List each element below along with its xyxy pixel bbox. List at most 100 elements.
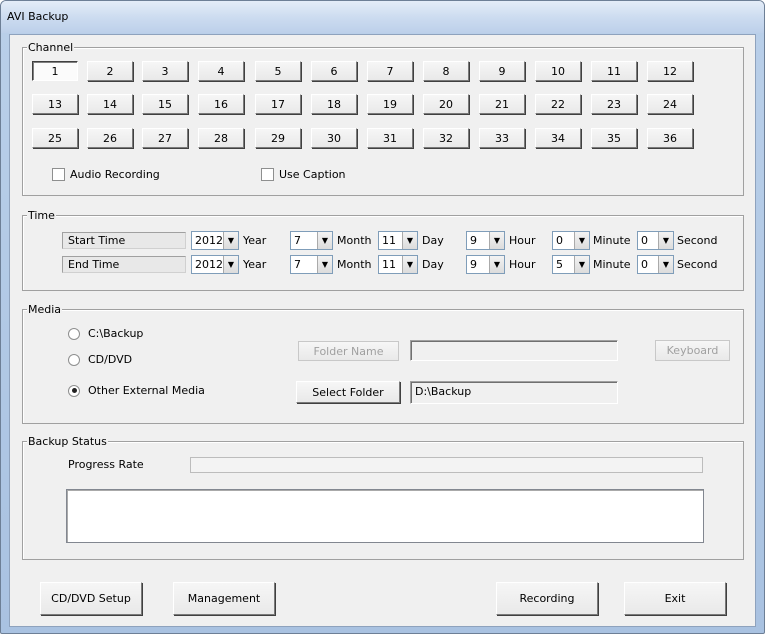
management-button[interactable]: Management (173, 582, 275, 615)
dropdown-arrow-icon[interactable]: ▼ (317, 232, 332, 249)
media-option-other-external[interactable]: Other External Media (68, 384, 205, 397)
use-caption-box[interactable] (261, 168, 274, 181)
end-time-label: End Time (62, 256, 186, 273)
channel-button-31[interactable]: 31 (367, 128, 413, 148)
channel-button-1[interactable]: 1 (32, 61, 78, 81)
channel-button-19[interactable]: 19 (367, 94, 413, 114)
end-second-select[interactable]: 0 ▼ (637, 255, 674, 274)
channel-button-14[interactable]: 14 (87, 94, 133, 114)
audio-recording-checkbox[interactable]: Audio Recording (52, 168, 160, 181)
channel-button-10[interactable]: 10 (535, 61, 581, 81)
cd-dvd-setup-button[interactable]: CD/DVD Setup (40, 582, 142, 615)
channel-button-27[interactable]: 27 (142, 128, 188, 148)
channel-button-20[interactable]: 20 (423, 94, 469, 114)
start-month-unit: Month (337, 234, 372, 247)
end-month-unit: Month (337, 258, 372, 271)
end-year-select[interactable]: 2012 ▼ (191, 255, 239, 274)
time-legend: Time (27, 209, 56, 222)
folder-name-input[interactable] (410, 340, 618, 361)
end-hour-select[interactable]: 9 ▼ (466, 255, 505, 274)
channel-button-17[interactable]: 17 (255, 94, 301, 114)
channel-button-5[interactable]: 5 (255, 61, 301, 81)
channel-button-34[interactable]: 34 (535, 128, 581, 148)
channel-button-21[interactable]: 21 (479, 94, 525, 114)
radio-other-external[interactable] (68, 384, 80, 397)
channel-button-22[interactable]: 22 (535, 94, 581, 114)
radio-c-backup[interactable] (68, 327, 80, 340)
dropdown-arrow-icon[interactable]: ▼ (658, 256, 673, 273)
channel-button-16[interactable]: 16 (198, 94, 244, 114)
media-legend: Media (27, 303, 63, 316)
channel-button-33[interactable]: 33 (479, 128, 525, 148)
channel-button-2[interactable]: 2 (87, 61, 133, 81)
backup-log-textarea[interactable] (66, 489, 704, 543)
window-title: AVI Backup (7, 10, 69, 23)
start-year-select[interactable]: 2012 ▼ (191, 231, 239, 250)
time-group: Time (22, 209, 744, 291)
end-day-unit: Day (422, 258, 444, 271)
channel-button-30[interactable]: 30 (311, 128, 357, 148)
channel-button-23[interactable]: 23 (591, 94, 637, 114)
end-day-select[interactable]: 11 ▼ (378, 255, 418, 274)
exit-button[interactable]: Exit (624, 582, 726, 615)
avi-backup-window: AVI Backup Channel Audio Recording Use C… (0, 0, 765, 634)
channel-button-29[interactable]: 29 (255, 128, 301, 148)
channel-button-28[interactable]: 28 (198, 128, 244, 148)
start-second-select[interactable]: 0 ▼ (637, 231, 674, 250)
dropdown-arrow-icon[interactable]: ▼ (223, 256, 238, 273)
media-option-cd-dvd[interactable]: CD/DVD (68, 353, 132, 366)
channel-legend: Channel (27, 41, 75, 54)
dropdown-arrow-icon[interactable]: ▼ (574, 256, 589, 273)
channel-button-24[interactable]: 24 (647, 94, 693, 114)
dropdown-arrow-icon[interactable]: ▼ (402, 256, 417, 273)
title-bar[interactable]: AVI Backup (1, 1, 764, 33)
dropdown-arrow-icon[interactable]: ▼ (489, 232, 504, 249)
channel-button-35[interactable]: 35 (591, 128, 637, 148)
keyboard-button[interactable]: Keyboard (655, 340, 730, 361)
folder-path-field: D:\Backup (410, 381, 618, 404)
channel-button-11[interactable]: 11 (591, 61, 637, 81)
start-year-unit: Year (243, 234, 267, 247)
dropdown-arrow-icon[interactable]: ▼ (574, 232, 589, 249)
media-option-label: Other External Media (88, 384, 205, 397)
media-option-label: C:\Backup (88, 327, 144, 340)
audio-recording-label: Audio Recording (70, 168, 160, 181)
start-day-select[interactable]: 11 ▼ (378, 231, 418, 250)
channel-button-25[interactable]: 25 (32, 128, 78, 148)
dropdown-arrow-icon[interactable]: ▼ (223, 232, 238, 249)
dropdown-arrow-icon[interactable]: ▼ (658, 232, 673, 249)
audio-recording-box[interactable] (52, 168, 65, 181)
start-hour-select[interactable]: 9 ▼ (466, 231, 505, 250)
select-folder-button[interactable]: Select Folder (296, 381, 400, 403)
end-minute-unit: Minute (593, 258, 631, 271)
dropdown-arrow-icon[interactable]: ▼ (402, 232, 417, 249)
use-caption-checkbox[interactable]: Use Caption (261, 168, 346, 181)
channel-button-9[interactable]: 9 (479, 61, 525, 81)
dropdown-arrow-icon[interactable]: ▼ (317, 256, 332, 273)
channel-button-8[interactable]: 8 (423, 61, 469, 81)
start-minute-select[interactable]: 0 ▼ (552, 231, 590, 250)
end-month-select[interactable]: 7 ▼ (290, 255, 333, 274)
channel-button-15[interactable]: 15 (142, 94, 188, 114)
start-hour-unit: Hour (509, 234, 536, 247)
start-time-label: Start Time (62, 232, 186, 249)
channel-button-18[interactable]: 18 (311, 94, 357, 114)
dropdown-arrow-icon[interactable]: ▼ (489, 256, 504, 273)
progress-rate-label: Progress Rate (68, 458, 144, 471)
recording-button[interactable]: Recording (496, 582, 598, 615)
channel-button-7[interactable]: 7 (367, 61, 413, 81)
media-option-c-backup[interactable]: C:\Backup (68, 327, 143, 340)
channel-button-32[interactable]: 32 (423, 128, 469, 148)
radio-cd-dvd[interactable] (68, 353, 80, 366)
use-caption-label: Use Caption (279, 168, 346, 181)
folder-name-label: Folder Name (298, 341, 399, 361)
channel-button-13[interactable]: 13 (32, 94, 78, 114)
start-month-select[interactable]: 7 ▼ (290, 231, 333, 250)
channel-button-3[interactable]: 3 (142, 61, 188, 81)
end-minute-select[interactable]: 5 ▼ (552, 255, 590, 274)
channel-button-36[interactable]: 36 (647, 128, 693, 148)
channel-button-6[interactable]: 6 (311, 61, 357, 81)
channel-button-12[interactable]: 12 (647, 61, 693, 81)
channel-button-26[interactable]: 26 (87, 128, 133, 148)
channel-button-4[interactable]: 4 (198, 61, 244, 81)
